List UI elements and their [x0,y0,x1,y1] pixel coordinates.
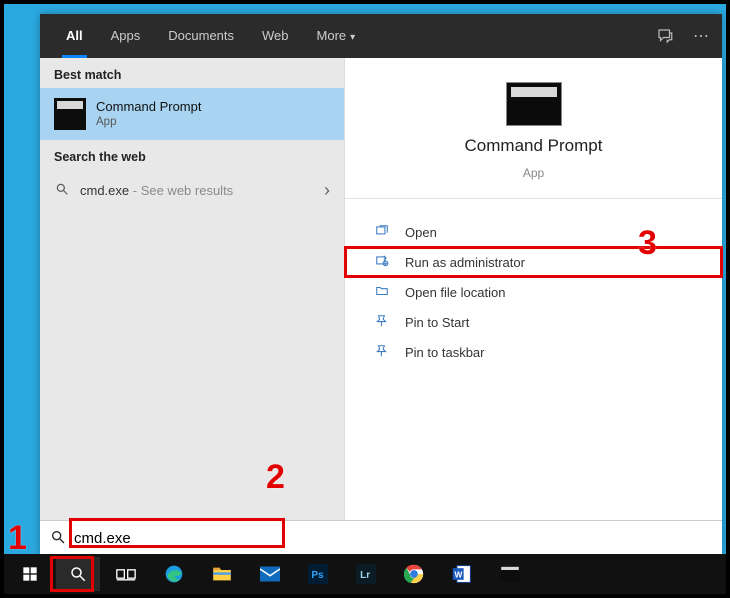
taskbar-photoshop[interactable]: Ps [296,557,340,591]
tab-all[interactable]: All [52,14,97,58]
windows-search-panel: All Apps Documents Web More▾ ⋯ Best matc… [40,14,722,556]
best-match-result[interactable]: Command Prompt App [40,88,344,140]
annotation-1: 1 [8,519,27,558]
svg-text:W: W [455,569,463,579]
admin-icon [373,254,391,271]
open-icon [373,224,391,241]
taskbar-word[interactable]: W [440,557,484,591]
action-pin-start[interactable]: Pin to Start [345,307,722,337]
search-input-row [40,520,722,556]
taskbar-cmd[interactable] [488,557,532,591]
tab-documents[interactable]: Documents [154,14,248,58]
action-list: Open Run as administrator Open file loca… [345,199,722,367]
cmd-icon [54,98,86,130]
taskbar-edge[interactable] [152,557,196,591]
folder-icon [373,284,391,301]
action-pin-start-label: Pin to Start [405,315,469,330]
taskbar-mail[interactable] [248,557,292,591]
action-open-label: Open [405,225,437,240]
best-match-header: Best match [40,58,344,88]
action-run-as-admin-label: Run as administrator [405,255,525,270]
taskbar-lightroom[interactable]: Lr [344,557,388,591]
more-icon[interactable]: ⋯ [692,27,710,45]
feedback-icon[interactable] [656,27,674,45]
tab-apps[interactable]: Apps [97,14,155,58]
search-web-header: Search the web [40,140,344,170]
cmd-icon-large [506,82,562,126]
web-term: cmd.exe [80,183,129,198]
action-open-location[interactable]: Open file location [345,277,722,307]
web-suffix: - See web results [129,183,233,198]
taskbar: Ps Lr W [4,554,726,594]
svg-text:Lr: Lr [360,570,370,581]
annotation-2: 2 [266,458,285,497]
action-run-as-admin[interactable]: Run as administrator [345,247,722,277]
svg-text:Ps: Ps [311,570,324,581]
action-pin-taskbar[interactable]: Pin to taskbar [345,337,722,367]
taskbar-search-button[interactable] [56,557,100,591]
search-icon [50,529,66,549]
preview-app-type: App [523,166,544,180]
search-header: All Apps Documents Web More▾ ⋯ [40,14,722,58]
tab-more[interactable]: More▾ [303,14,370,58]
web-result-row[interactable]: cmd.exe - See web results › [40,170,344,210]
action-open[interactable]: Open [345,217,722,247]
results-column: Best match Command Prompt App Search the… [40,58,345,520]
action-open-location-label: Open file location [405,285,505,300]
action-pin-taskbar-label: Pin to taskbar [405,345,485,360]
start-button[interactable] [8,557,52,591]
annotation-3: 3 [638,224,657,263]
pin-icon [373,314,391,331]
preview-app-name: Command Prompt [465,136,603,156]
taskbar-explorer[interactable] [200,557,244,591]
preview-column: Command Prompt App Open Run as ad [345,58,722,520]
best-match-sub: App [96,115,201,129]
task-view-button[interactable] [104,557,148,591]
pin-icon [373,344,391,361]
search-input[interactable] [74,530,712,547]
taskbar-chrome[interactable] [392,557,436,591]
caret-down-icon: ▾ [350,32,355,43]
best-match-title: Command Prompt [96,99,201,115]
tab-web[interactable]: Web [248,14,303,58]
search-icon [54,182,70,199]
chevron-right-icon: › [324,180,330,201]
